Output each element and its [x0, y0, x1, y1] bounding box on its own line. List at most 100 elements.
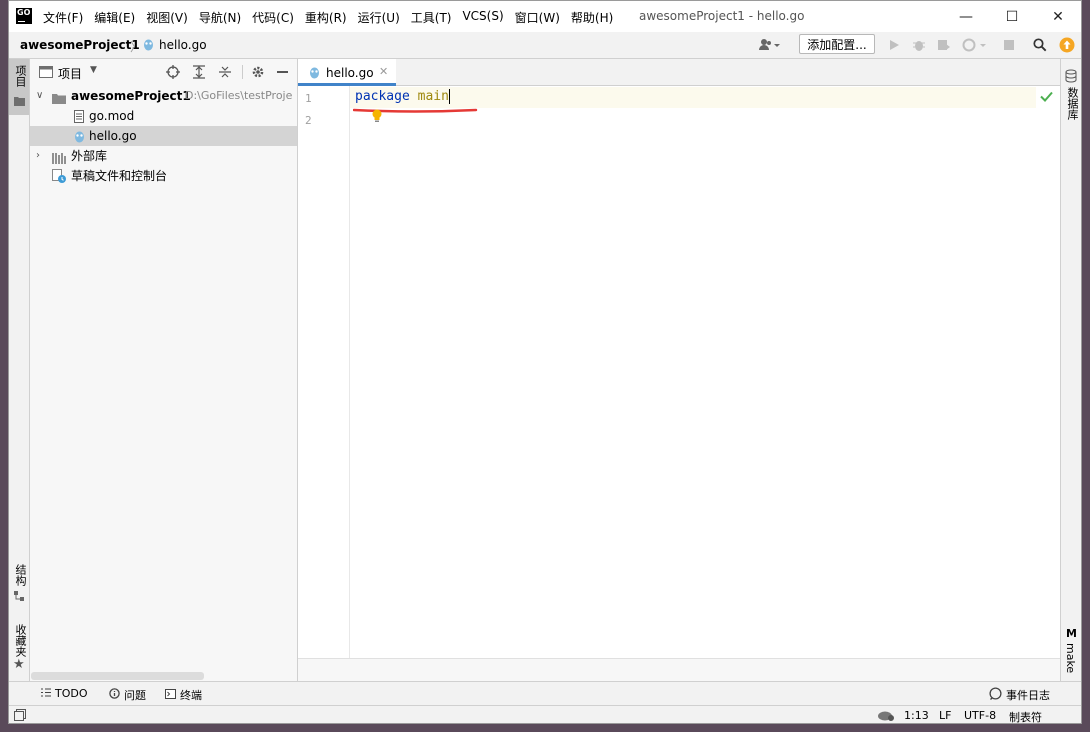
- line-gutter: 1 2: [298, 86, 350, 658]
- cursor-position[interactable]: 1:13: [904, 709, 929, 722]
- text-caret: [448, 89, 450, 104]
- left-tool-strip: 项目 结构 收藏夹 ★: [9, 59, 30, 681]
- navigation-bar: awesomeProject1 〉 hello.go 添加配置...: [9, 32, 1081, 59]
- indent-setting[interactable]: 制表符: [1009, 709, 1042, 723]
- menu-view[interactable]: 视图(V): [146, 9, 188, 26]
- update-available-icon[interactable]: [1059, 37, 1075, 53]
- star-icon: ★: [13, 657, 25, 672]
- code-editor[interactable]: 1 2 package main: [298, 86, 1062, 658]
- menu-help[interactable]: 帮助(H): [571, 9, 613, 26]
- stop-icon[interactable]: [1001, 37, 1017, 53]
- tree-external-libraries[interactable]: › 外部库: [30, 146, 297, 166]
- line-number: 1: [305, 92, 312, 105]
- event-log-tool-button[interactable]: 事件日志: [989, 687, 1050, 703]
- gopher-file-icon: [309, 66, 320, 82]
- menu-navigate[interactable]: 导航(N): [199, 9, 241, 26]
- tool-window-bar: TODO 问题 终端 事件日志: [9, 681, 1081, 705]
- tree-item-label: 草稿文件和控制台: [71, 169, 168, 183]
- search-icon[interactable]: [1032, 37, 1048, 53]
- chevron-right-icon[interactable]: ›: [36, 146, 40, 166]
- editor-tab-label: hello.go: [326, 66, 374, 80]
- todo-tool-button[interactable]: TODO: [41, 687, 88, 700]
- no-problems-check-icon[interactable]: [1040, 91, 1053, 105]
- gopher-file-icon: [143, 38, 154, 54]
- breadcrumb-file[interactable]: hello.go: [159, 38, 207, 52]
- toggle-tool-windows-icon[interactable]: [14, 709, 26, 723]
- maximize-button[interactable]: ☐: [989, 1, 1035, 32]
- problems-label: 问题: [124, 689, 146, 702]
- tool-tab-database[interactable]: 数据库: [1064, 87, 1080, 120]
- menu-code[interactable]: 代码(C): [252, 9, 294, 26]
- editor-tab-hellogo[interactable]: hello.go ✕: [298, 59, 396, 86]
- project-view-title[interactable]: 项目: [58, 65, 82, 82]
- tree-scratches[interactable]: 草稿文件和控制台: [30, 166, 297, 186]
- menu-edit[interactable]: 编辑(E): [94, 9, 135, 26]
- coverage-icon[interactable]: [936, 37, 952, 53]
- toolbar-divider: [242, 65, 243, 79]
- chevron-down-icon[interactable]: ∨: [36, 86, 43, 106]
- code-keyword: package: [355, 89, 410, 104]
- minimize-button[interactable]: —: [943, 1, 989, 32]
- tree-file-gomod[interactable]: go.mod: [30, 106, 297, 126]
- project-view-icon: [39, 66, 53, 81]
- debug-icon[interactable]: [911, 37, 927, 53]
- event-log-icon: [989, 687, 1002, 703]
- tool-tab-make[interactable]: make: [1064, 643, 1077, 673]
- terminal-icon: [165, 688, 176, 702]
- tool-tab-structure[interactable]: 结构: [12, 564, 28, 586]
- tool-tab-project[interactable]: 项目: [9, 59, 29, 115]
- chevron-down-icon[interactable]: ▼: [90, 65, 97, 75]
- main-menu: 文件(F) 编辑(E) 视图(V) 导航(N) 代码(C) 重构(R) 运行(U…: [43, 9, 624, 26]
- info-icon: [109, 688, 120, 702]
- menu-tools[interactable]: 工具(T): [411, 9, 452, 26]
- tree-file-hellogo[interactable]: hello.go: [30, 126, 297, 146]
- tool-tab-favorites[interactable]: 收藏夹: [12, 624, 28, 657]
- menu-refactor[interactable]: 重构(R): [305, 9, 347, 26]
- scratch-console-icon: [52, 169, 66, 189]
- hide-panel-icon[interactable]: [277, 71, 288, 73]
- make-icon: M: [1066, 627, 1077, 640]
- editor-tab-bar: hello.go ✕: [298, 59, 1062, 86]
- problems-tool-button[interactable]: 问题: [109, 687, 146, 703]
- goland-logo-icon: GO: [16, 8, 32, 24]
- event-log-label: 事件日志: [1006, 689, 1050, 702]
- todo-label: TODO: [55, 687, 88, 700]
- tree-file-label: hello.go: [89, 129, 137, 143]
- breadcrumb-project[interactable]: awesomeProject1: [20, 38, 140, 52]
- window-title: awesomeProject1 - hello.go: [639, 9, 805, 23]
- project-panel-header: 项目 ▼: [30, 59, 297, 85]
- current-line-highlight: [350, 87, 1036, 108]
- database-icon: [1065, 69, 1077, 86]
- status-bar: 1:13 LF UTF-8 制表符: [9, 705, 1081, 723]
- tool-tab-project-label: 项目: [14, 65, 27, 87]
- code-identifier: main: [417, 89, 449, 104]
- tree-file-label: go.mod: [89, 109, 135, 123]
- ide-window: GO 文件(F) 编辑(E) 视图(V) 导航(N) 代码(C) 重构(R) 运…: [8, 0, 1082, 724]
- project-root-path: D:\GoFiles\testProje: [185, 89, 293, 102]
- locate-target-icon[interactable]: [166, 65, 180, 82]
- close-tab-icon[interactable]: ✕: [379, 65, 388, 78]
- file-encoding[interactable]: UTF-8: [964, 709, 996, 722]
- collapse-all-icon[interactable]: [218, 65, 232, 82]
- code-line-1[interactable]: package main: [355, 89, 450, 104]
- menu-window[interactable]: 窗口(W): [515, 9, 560, 26]
- line-number: 2: [305, 114, 312, 127]
- gear-icon[interactable]: [251, 65, 265, 82]
- profile-icon[interactable]: [961, 37, 989, 53]
- menu-file[interactable]: 文件(F): [43, 9, 83, 26]
- project-root-name: awesomeProject1: [71, 89, 191, 103]
- menu-vcs[interactable]: VCS(S): [462, 9, 503, 26]
- tree-root-project[interactable]: ∨ awesomeProject1 D:\GoFiles\testProje: [30, 86, 297, 106]
- title-bar: GO 文件(F) 编辑(E) 视图(V) 导航(N) 代码(C) 重构(R) 运…: [9, 1, 1081, 32]
- line-separator[interactable]: LF: [939, 709, 951, 722]
- expand-all-icon[interactable]: [192, 65, 206, 82]
- menu-run[interactable]: 运行(U): [358, 9, 400, 26]
- cloud-sync-icon[interactable]: [877, 709, 895, 723]
- add-configuration-button[interactable]: 添加配置...: [799, 34, 875, 54]
- run-icon[interactable]: [886, 37, 902, 53]
- horizontal-scrollbar[interactable]: [31, 672, 204, 680]
- terminal-tool-button[interactable]: 终端: [165, 687, 202, 703]
- user-account-icon[interactable]: [757, 37, 781, 53]
- close-button[interactable]: ✕: [1035, 1, 1081, 32]
- lightbulb-icon[interactable]: [371, 109, 383, 126]
